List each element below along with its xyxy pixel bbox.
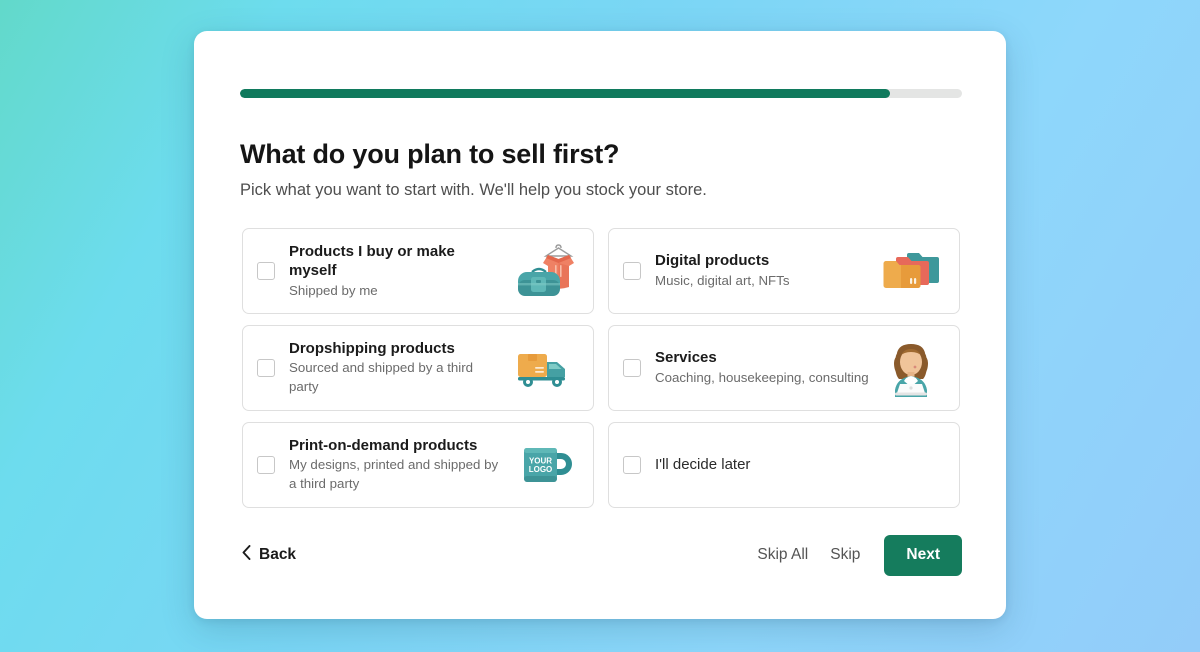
option-title: Products I buy or make myself (289, 242, 455, 280)
option-text: Products I buy or make myself Shipped by… (289, 242, 509, 301)
option-text: Print-on-demand products My designs, pri… (289, 436, 509, 494)
option-card-services[interactable]: Services Coaching, housekeeping, consult… (608, 325, 960, 411)
chevron-left-icon (242, 545, 251, 565)
progress-bar-track (240, 89, 962, 98)
progress-bar-fill (240, 89, 890, 98)
option-title: Dropshipping products (289, 339, 455, 357)
person-with-laptop-icon (875, 333, 947, 403)
option-card-decide-later[interactable]: I'll decide later (608, 422, 960, 508)
option-subtitle: My designs, printed and shipped by a thi… (289, 457, 499, 492)
checkbox-dropshipping-products[interactable] (257, 359, 275, 377)
back-button-label: Back (259, 546, 297, 563)
modal-footer: Back Skip All Skip Next (240, 534, 962, 576)
options-grid: Products I buy or make myself Shipped by… (242, 228, 960, 508)
option-title: Services (655, 349, 717, 367)
option-card-dropshipping-products[interactable]: Dropshipping products Sourced and shippe… (242, 325, 594, 411)
delivery-truck-icon (509, 333, 581, 403)
footer-actions: Skip All Skip Next (757, 534, 962, 576)
option-card-print-on-demand-products[interactable]: Print-on-demand products My designs, pri… (242, 422, 594, 508)
checkbox-decide-later[interactable] (623, 456, 641, 474)
back-button[interactable]: Back (240, 541, 298, 569)
option-subtitle: Music, digital art, NFTs (655, 272, 790, 288)
next-button[interactable]: Next (884, 534, 962, 576)
option-card-products-i-buy-or-make[interactable]: Products I buy or make myself Shipped by… (242, 228, 594, 314)
option-title: Print-on-demand products (289, 436, 478, 454)
option-text: Dropshipping products Sourced and shippe… (289, 339, 509, 397)
skip-button[interactable]: Skip (830, 546, 860, 564)
checkbox-digital-products[interactable] (623, 262, 641, 280)
bag-and-sweater-icon (509, 236, 581, 306)
option-title: I'll decide later (655, 456, 751, 474)
page-title: What do you plan to sell first? (240, 139, 620, 169)
option-text: Services Coaching, housekeeping, consult… (655, 348, 875, 387)
page-subtitle: Pick what you want to start with. We'll … (240, 181, 707, 199)
option-subtitle: Shipped by me (289, 282, 378, 298)
option-text: Digital products Music, digital art, NFT… (655, 251, 875, 290)
option-title: Digital products (655, 252, 770, 270)
option-card-digital-products[interactable]: Digital products Music, digital art, NFT… (608, 228, 960, 314)
skip-all-button[interactable]: Skip All (757, 546, 808, 564)
option-text: I'll decide later (655, 455, 947, 475)
option-subtitle: Sourced and shipped by a third party (289, 360, 474, 395)
option-subtitle: Coaching, housekeeping, consulting (655, 369, 869, 385)
logo-mug-icon: YOUR LOGO (509, 430, 581, 500)
mug-logo-line2: LOGO (529, 465, 553, 474)
checkbox-print-on-demand-products[interactable] (257, 456, 275, 474)
folders-icon (875, 236, 947, 306)
checkbox-services[interactable] (623, 359, 641, 377)
checkbox-products-i-buy-or-make[interactable] (257, 262, 275, 280)
